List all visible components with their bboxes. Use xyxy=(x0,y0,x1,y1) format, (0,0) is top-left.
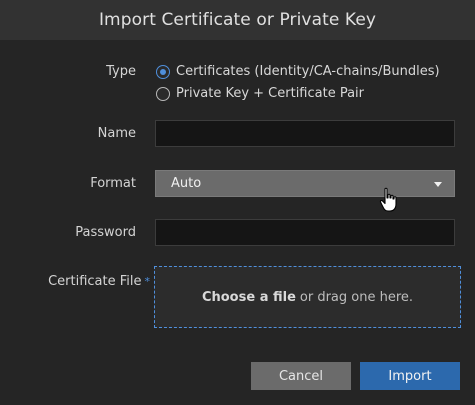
radio-certificates[interactable] xyxy=(156,64,170,79)
import-button[interactable]: Import xyxy=(360,362,460,390)
certificate-file-label-text: Certificate File xyxy=(48,274,142,289)
name-label: Name xyxy=(97,126,136,141)
password-input[interactable] xyxy=(155,219,455,246)
cancel-button[interactable]: Cancel xyxy=(251,362,351,390)
certificate-file-dropzone[interactable]: Choose a file or drag one here. xyxy=(154,266,461,328)
type-option-key-pair-label: Private Key + Certificate Pair xyxy=(176,86,365,101)
hand-cursor-icon xyxy=(379,187,397,212)
radio-key-pair[interactable] xyxy=(156,86,170,101)
format-label: Format xyxy=(90,176,136,191)
dialog-header: Import Certificate or Private Key xyxy=(0,0,475,40)
type-option-certificates[interactable]: Certificates (Identity/CA-chains/Bundles… xyxy=(156,64,440,79)
type-option-key-pair[interactable]: Private Key + Certificate Pair xyxy=(156,86,364,101)
format-select-value: Auto xyxy=(171,176,202,191)
required-marker: * xyxy=(144,275,151,288)
certificate-file-label: Certificate File * xyxy=(10,274,150,289)
dialog-title: Import Certificate or Private Key xyxy=(98,10,377,30)
password-label: Password xyxy=(75,225,136,240)
name-input[interactable] xyxy=(155,120,455,147)
type-label: Type xyxy=(106,64,136,79)
format-select[interactable]: Auto xyxy=(155,170,455,197)
type-option-certificates-label: Certificates (Identity/CA-chains/Bundles… xyxy=(176,64,440,79)
chevron-down-icon xyxy=(434,182,442,187)
choose-file-link[interactable]: Choose a file xyxy=(202,290,296,305)
drag-hint-text: or drag one here. xyxy=(299,289,414,305)
